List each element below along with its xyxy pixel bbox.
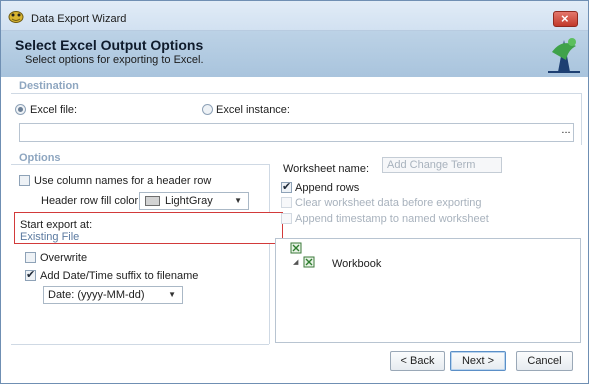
next-button[interactable]: Next > <box>450 351 506 371</box>
data-export-wizard-window: Data Export Wizard × Select Excel Output… <box>0 0 589 384</box>
chevron-down-icon: ▼ <box>234 196 242 205</box>
start-export-value-link[interactable]: Existing File <box>20 231 79 243</box>
append-timestamp-checkbox[interactable] <box>281 213 292 224</box>
excel-instance-radio[interactable] <box>202 104 213 115</box>
options-border-right <box>269 164 270 344</box>
wizard-logo-icon <box>548 38 580 73</box>
page-title: Select Excel Output Options <box>15 37 204 53</box>
append-timestamp-label: Append timestamp to named worksheet <box>295 213 489 225</box>
back-button[interactable]: < Back <box>390 351 445 371</box>
date-format-dropdown[interactable]: Date: (yyyy-MM-dd) ▼ <box>43 286 183 304</box>
destination-border-right <box>581 93 582 145</box>
window-title: Data Export Wizard <box>31 13 127 25</box>
header-fill-color-label: Header row fill color: <box>41 195 142 207</box>
workbook-tree[interactable]: ◢ Workbook <box>275 238 581 343</box>
workbook-icon <box>303 256 315 268</box>
add-datetime-suffix-checkbox[interactable] <box>25 268 36 281</box>
close-button[interactable]: × <box>553 11 578 27</box>
clear-worksheet-checkbox[interactable] <box>281 197 292 208</box>
destination-section-label: Destination <box>19 80 79 92</box>
overwrite-label[interactable]: Overwrite <box>40 252 87 264</box>
tree-expander-icon[interactable]: ◢ <box>293 258 298 266</box>
use-column-names-checkbox[interactable] <box>19 175 30 186</box>
app-icon <box>8 11 24 23</box>
title-bar[interactable]: Data Export Wizard × <box>1 1 588 31</box>
overwrite-checkbox[interactable] <box>25 252 36 263</box>
header-fill-color-dropdown[interactable]: LightGray ▼ <box>139 192 249 210</box>
chevron-down-icon: ▼ <box>168 290 176 299</box>
worksheet-name-placeholder: Add Change Term <box>387 159 476 171</box>
page-subtitle: Select options for exporting to Excel. <box>25 54 204 66</box>
header-fill-color-value: LightGray <box>165 195 213 207</box>
excel-file-label[interactable]: Excel file: <box>30 104 77 116</box>
color-swatch <box>145 196 160 206</box>
use-column-names-label[interactable]: Use column names for a header row <box>34 175 211 187</box>
destination-divider <box>11 93 582 94</box>
cancel-button[interactable]: Cancel <box>516 351 573 371</box>
options-divider-bottom <box>11 344 269 345</box>
clear-worksheet-label: Clear worksheet data before exporting <box>295 197 482 209</box>
options-section-label: Options <box>19 152 61 164</box>
excel-instance-label[interactable]: Excel instance: <box>216 104 290 116</box>
append-rows-checkbox[interactable] <box>281 180 292 193</box>
close-icon: × <box>561 11 569 26</box>
worksheet-name-input[interactable]: Add Change Term <box>382 157 502 173</box>
excel-file-radio[interactable] <box>15 104 26 115</box>
browse-button[interactable]: ... <box>558 123 574 142</box>
options-divider <box>11 164 269 165</box>
date-format-value: Date: (yyyy-MM-dd) <box>48 289 145 301</box>
workbook-node-label[interactable]: Workbook <box>332 258 381 270</box>
add-datetime-suffix-label[interactable]: Add Date/Time suffix to filename <box>40 270 198 282</box>
excel-file-path-input[interactable] <box>19 123 574 142</box>
start-export-label: Start export at: <box>20 219 93 231</box>
worksheet-name-label: Worksheet name: <box>283 163 370 175</box>
append-rows-label[interactable]: Append rows <box>295 182 359 194</box>
excel-root-icon <box>290 242 302 254</box>
